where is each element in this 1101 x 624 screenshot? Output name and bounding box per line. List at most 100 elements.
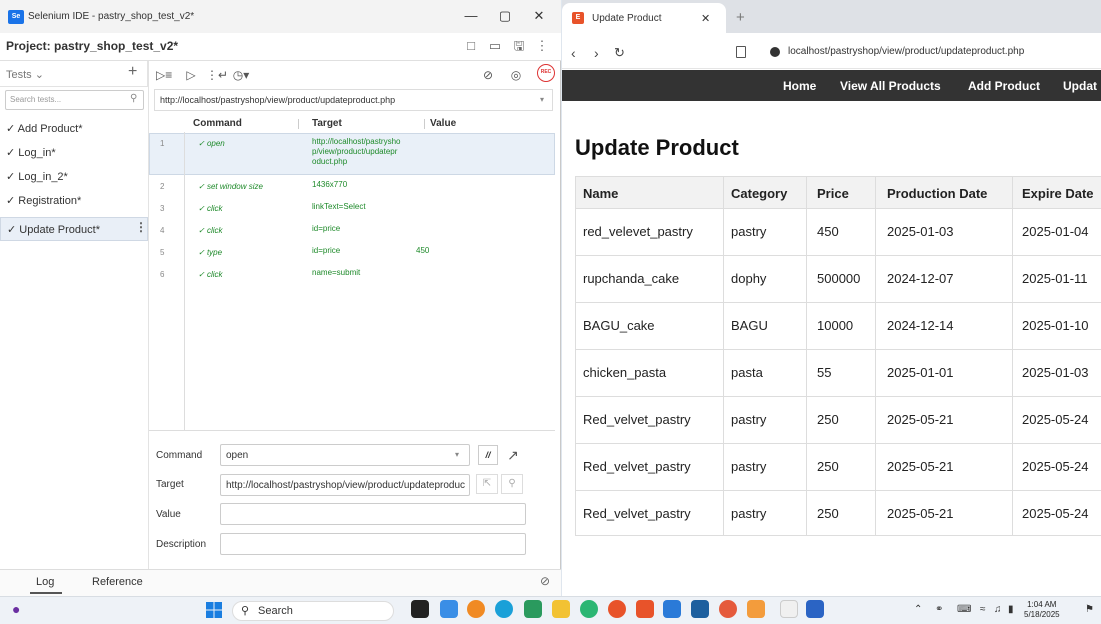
- close-tab-icon[interactable]: ✕: [701, 12, 710, 25]
- nav-link-add-product[interactable]: Add Product: [968, 79, 1040, 93]
- open-project-icon[interactable]: ▭: [486, 37, 504, 55]
- close-icon[interactable]: ✕: [522, 5, 556, 27]
- save-project-icon[interactable]: 🖫: [510, 37, 528, 55]
- new-tab-icon[interactable]: +: [736, 9, 745, 26]
- table-cell: 2025-05-24: [1022, 412, 1089, 427]
- clear-log-icon[interactable]: ⊘: [540, 574, 550, 588]
- chat-icon[interactable]: [580, 600, 598, 618]
- minimize-icon[interactable]: —: [454, 5, 488, 27]
- test-item[interactable]: ✓ Update Product*: [0, 217, 148, 241]
- table-row: [575, 302, 1101, 303]
- chevron-down-icon: ⌄: [34, 69, 44, 81]
- app-icon[interactable]: [719, 600, 737, 618]
- test-item[interactable]: ✓ Log_in*: [0, 141, 148, 165]
- back-icon[interactable]: ‹: [571, 45, 576, 61]
- open-reference-icon[interactable]: ↗: [503, 445, 523, 465]
- test-item[interactable]: ✓ Add Product*: [0, 117, 148, 141]
- address-bar[interactable]: localhost/pastryshop/view/product/update…: [788, 46, 1024, 57]
- table-cell: 2025-05-24: [1022, 459, 1089, 474]
- command-row-number: 4: [160, 226, 165, 235]
- select-target-icon[interactable]: ⇱: [476, 474, 498, 494]
- project-title[interactable]: Project: pastry_shop_test_v2*: [6, 39, 178, 53]
- forward-icon[interactable]: ›: [594, 45, 599, 61]
- description-input[interactable]: [220, 533, 526, 555]
- chevron-down-icon[interactable]: ▾: [540, 95, 544, 104]
- firefox-icon[interactable]: [467, 600, 485, 618]
- pause-exceptions-icon[interactable]: ◎: [508, 67, 524, 83]
- new-project-icon[interactable]: □: [462, 37, 480, 55]
- battery-icon[interactable]: ▮: [1008, 604, 1014, 615]
- table-row: [575, 208, 1101, 209]
- chevron-down-icon[interactable]: ▾: [455, 450, 459, 459]
- nav-link-home[interactable]: Home: [783, 79, 816, 93]
- record-button[interactable]: REC: [537, 64, 555, 82]
- test-item-label: Log_in_2*: [18, 171, 68, 183]
- value-input[interactable]: [220, 503, 526, 525]
- table-cell: 2025-01-03: [1022, 365, 1089, 380]
- reload-icon[interactable]: ↻: [614, 45, 625, 61]
- weather-icon[interactable]: ●: [12, 601, 28, 619]
- volume-icon[interactable]: ♫: [994, 604, 1002, 615]
- widgets-icon[interactable]: [440, 600, 458, 618]
- command-input[interactable]: [220, 444, 470, 466]
- test-more-icon[interactable]: ⋮: [135, 220, 147, 234]
- vscode-icon[interactable]: [663, 600, 681, 618]
- app-icon[interactable]: [747, 600, 765, 618]
- table-cell: 10000: [817, 318, 854, 333]
- tests-dropdown[interactable]: Tests ⌄: [6, 68, 44, 81]
- edge-icon[interactable]: [495, 600, 513, 618]
- file-explorer-icon[interactable]: [552, 600, 570, 618]
- speed-icon[interactable]: ◷▾: [228, 67, 254, 83]
- active-tab-indicator: [30, 592, 62, 594]
- table-cell: 250: [817, 459, 839, 474]
- wifi-icon[interactable]: ≈: [980, 604, 986, 615]
- maximize-icon[interactable]: ▢: [488, 5, 522, 27]
- table-cell: BAGU_cake: [583, 318, 655, 333]
- browser-app-icon[interactable]: [636, 600, 654, 618]
- table-row: [575, 490, 1101, 491]
- notification-icon[interactable]: ⚑: [1085, 604, 1094, 615]
- windows-start-icon[interactable]: [206, 602, 222, 618]
- disable-breakpoints-icon[interactable]: ⊘: [480, 67, 496, 83]
- usb-icon[interactable]: ⚭: [935, 604, 943, 615]
- nav-link-update[interactable]: Updat: [1063, 79, 1097, 93]
- run-test-icon[interactable]: ▷: [183, 67, 199, 83]
- keyboard-icon[interactable]: ⌨: [957, 604, 971, 615]
- add-test-icon[interactable]: +: [128, 63, 137, 81]
- nav-link-view-all-products[interactable]: View All Products: [840, 79, 941, 93]
- check-icon: ✓: [198, 248, 207, 257]
- run-all-tests-icon[interactable]: ▷≡: [156, 67, 172, 83]
- test-item[interactable]: ✓ Registration*: [0, 189, 148, 213]
- bookmark-icon[interactable]: [736, 46, 746, 58]
- task-view-icon[interactable]: [411, 600, 429, 618]
- site-info-icon[interactable]: [770, 47, 780, 57]
- table-row: [575, 349, 1101, 350]
- check-icon: ✓: [7, 224, 20, 236]
- notepad-icon[interactable]: [780, 600, 798, 618]
- command-name: ✓ set window size: [198, 182, 263, 191]
- table-cell: dophy: [731, 271, 767, 286]
- app-icon[interactable]: [608, 600, 626, 618]
- taskbar-search-box[interactable]: [232, 601, 394, 621]
- command-input-value: open: [226, 450, 249, 461]
- more-options-icon[interactable]: ⋮: [533, 37, 551, 55]
- test-item[interactable]: ✓ Log_in_2*: [0, 165, 148, 189]
- app-icon[interactable]: [524, 600, 542, 618]
- table-header-cell: Name: [583, 186, 619, 201]
- command-name-text: click: [206, 204, 223, 213]
- tab-reference[interactable]: Reference: [92, 576, 143, 588]
- word-icon[interactable]: [806, 600, 824, 618]
- command-target: http://localhost/pastrysho: [312, 137, 401, 146]
- step-over-icon[interactable]: ⋮↵: [206, 67, 228, 83]
- check-icon: ✓: [6, 123, 18, 135]
- system-clock[interactable]: 1:04 AM 5/18/2025: [1024, 600, 1060, 620]
- table-row: [575, 255, 1101, 256]
- show-hidden-icons-icon[interactable]: ⌃: [914, 604, 922, 615]
- app-icon[interactable]: [691, 600, 709, 618]
- find-target-icon[interactable]: ⚲: [501, 474, 523, 494]
- tab-log[interactable]: Log: [36, 576, 54, 588]
- check-icon: ✓: [6, 195, 19, 207]
- target-label: Target: [156, 479, 184, 490]
- column-header-value: Value: [430, 118, 457, 129]
- toggle-comment-button[interactable]: //: [478, 445, 498, 465]
